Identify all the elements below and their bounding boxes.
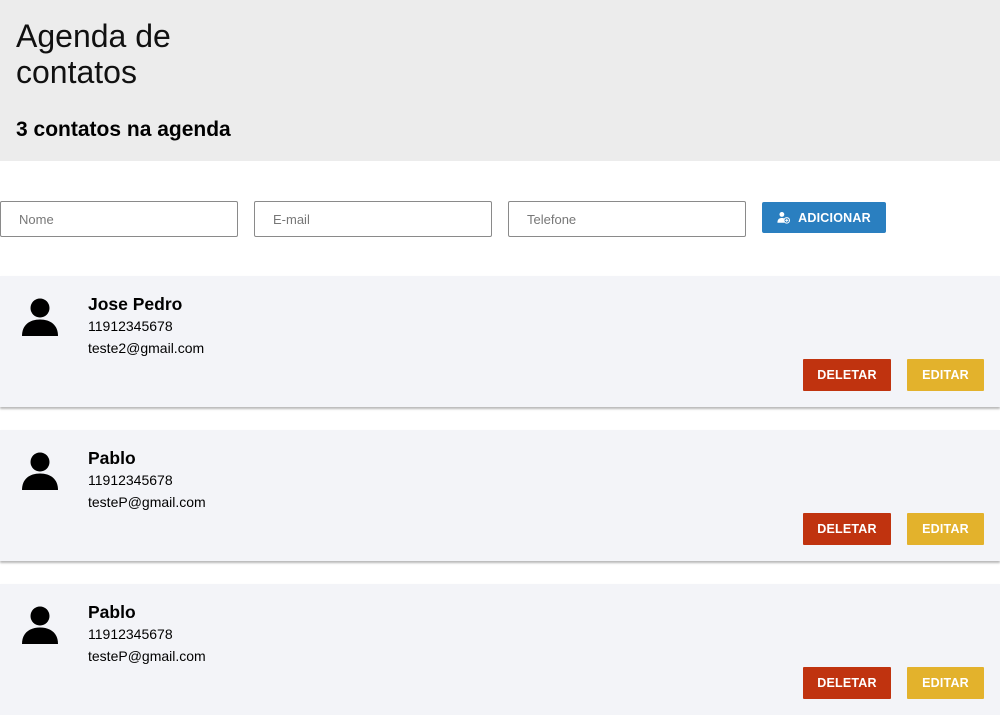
contact-name: Jose Pedro xyxy=(88,294,183,314)
contact-email: testeP@gmail.com xyxy=(88,494,206,510)
person-icon xyxy=(22,606,58,644)
delete-button[interactable]: DELETAR xyxy=(803,513,891,545)
edit-button[interactable]: EDITAR xyxy=(907,667,984,699)
contact-name: Pablo xyxy=(88,602,136,622)
page-title: Agenda de contatos xyxy=(16,18,171,90)
contact-count-label: contatos na agenda xyxy=(27,118,231,141)
edit-button[interactable]: EDITAR xyxy=(907,513,984,545)
email-input[interactable] xyxy=(254,201,492,237)
contact-card: Jose Pedro 11912345678 teste2@gmail.com … xyxy=(0,276,1000,407)
contact-card: Pablo 11912345678 testeP@gmail.com DELET… xyxy=(0,584,1000,715)
add-contact-button[interactable]: ADICIONAR xyxy=(762,202,886,233)
contact-email: testeP@gmail.com xyxy=(88,648,206,664)
person-icon xyxy=(22,298,58,336)
person-icon xyxy=(22,452,58,490)
add-contact-label: ADICIONAR xyxy=(798,210,871,225)
contact-count-number: 3 xyxy=(16,118,28,141)
phone-input[interactable] xyxy=(508,201,746,237)
contact-email: teste2@gmail.com xyxy=(88,340,205,356)
person-add-icon xyxy=(777,211,791,224)
delete-button[interactable]: DELETAR xyxy=(803,667,891,699)
contact-phone: 11912345678 xyxy=(88,472,173,488)
contact-phone: 11912345678 xyxy=(88,318,173,334)
page-header: Agenda de contatos 3 contatos na agenda xyxy=(0,0,1000,161)
delete-button[interactable]: DELETAR xyxy=(803,359,891,391)
contact-name: Pablo xyxy=(88,448,136,468)
contact-card: Pablo 11912345678 testeP@gmail.com DELET… xyxy=(0,430,1000,561)
contact-phone: 11912345678 xyxy=(88,626,173,642)
name-input[interactable] xyxy=(0,201,238,237)
edit-button[interactable]: EDITAR xyxy=(907,359,984,391)
contact-count: 3 contatos na agenda xyxy=(16,118,231,142)
